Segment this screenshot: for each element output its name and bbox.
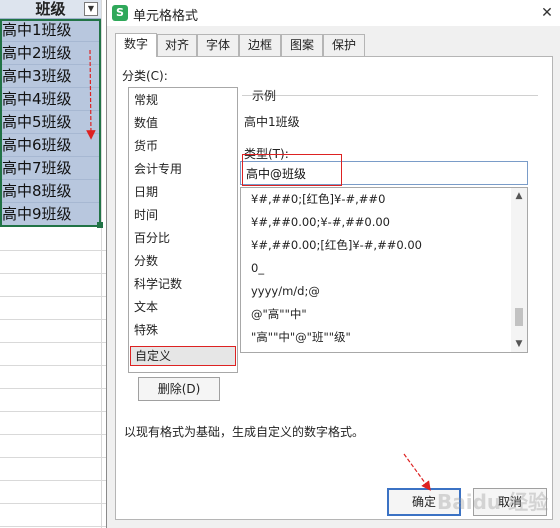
grid-line bbox=[0, 526, 108, 527]
grid-line bbox=[0, 365, 108, 366]
format-cells-dialog: S 单元格格式 ✕ 数字 对齐 字体 边框 图案 保护 分类(C): 常规 数值… bbox=[106, 0, 560, 528]
grid-line bbox=[0, 411, 108, 412]
grid-line bbox=[0, 480, 108, 481]
category-item[interactable]: 科学记数 bbox=[134, 274, 182, 294]
tab-number[interactable]: 数字 bbox=[115, 33, 157, 57]
grid-line bbox=[0, 457, 108, 458]
category-item[interactable]: 数值 bbox=[134, 113, 158, 133]
format-code-item[interactable]: yyyy/m/d;@ bbox=[251, 280, 320, 302]
category-list[interactable]: 常规 数值 货币 会计专用 日期 时间 百分比 分数 科学记数 文本 特殊 自定… bbox=[128, 87, 238, 373]
ok-button[interactable]: 确定 bbox=[387, 488, 461, 516]
category-item[interactable]: 百分比 bbox=[134, 228, 170, 248]
sample-value: 高中1班级 bbox=[244, 115, 300, 129]
delete-button[interactable]: 删除(D) bbox=[138, 377, 220, 401]
scroll-up-icon[interactable]: ▲ bbox=[511, 188, 527, 204]
grid-line bbox=[0, 434, 108, 435]
category-item[interactable]: 时间 bbox=[134, 205, 158, 225]
grid-line bbox=[0, 388, 108, 389]
tab-border[interactable]: 边框 bbox=[239, 34, 281, 56]
description-text: 以现有格式为基础，生成自定义的数字格式。 bbox=[124, 425, 365, 439]
format-code-item[interactable]: ¥#,##0.00;[红色]¥-#,##0.00 bbox=[251, 234, 422, 256]
table-cell[interactable]: 高中9班级 bbox=[0, 203, 101, 226]
filter-dropdown-icon[interactable]: ▼ bbox=[84, 2, 98, 16]
category-item[interactable]: 文本 bbox=[134, 297, 158, 317]
grid-line bbox=[0, 319, 108, 320]
category-item[interactable]: 货币 bbox=[134, 136, 158, 156]
format-code-item[interactable]: 0_ bbox=[251, 257, 264, 279]
category-item[interactable]: 分数 bbox=[134, 251, 158, 271]
dialog-title: 单元格格式 bbox=[133, 9, 199, 24]
format-code-item[interactable]: ¥#,##0.00;¥-#,##0.00 bbox=[251, 211, 390, 233]
cancel-button[interactable]: 取消 bbox=[473, 488, 547, 516]
format-code-item[interactable]: ¥#,##0;[红色]¥-#,##0 bbox=[251, 188, 385, 210]
table-cell[interactable]: 高中3班级 bbox=[0, 65, 101, 88]
category-item[interactable]: 会计专用 bbox=[134, 159, 182, 179]
category-item[interactable]: 日期 bbox=[134, 182, 158, 202]
table-cell[interactable]: 高中1班级 bbox=[0, 19, 101, 42]
grid-line bbox=[0, 503, 108, 504]
table-cell[interactable]: 高中8班级 bbox=[0, 180, 101, 203]
type-input[interactable] bbox=[240, 161, 528, 185]
table-cell[interactable]: 高中2班级 bbox=[0, 42, 101, 65]
sample-label: 示例 bbox=[252, 89, 277, 103]
format-list-scrollbar[interactable]: ▲ ▼ bbox=[511, 188, 527, 352]
type-label: 类型(T): bbox=[244, 147, 289, 161]
category-label: 分类(C): bbox=[122, 69, 168, 83]
table-cell[interactable]: 高中6班级 bbox=[0, 134, 101, 157]
tab-font[interactable]: 字体 bbox=[197, 34, 239, 56]
format-code-list[interactable]: ¥#,##0;[红色]¥-#,##0 ¥#,##0.00;¥-#,##0.00 … bbox=[240, 187, 528, 353]
grid-line bbox=[0, 250, 108, 251]
table-cell[interactable]: 高中7班级 bbox=[0, 157, 101, 180]
format-code-item[interactable]: @"高""中" bbox=[251, 303, 307, 325]
fill-handle[interactable] bbox=[97, 222, 103, 228]
table-cell[interactable]: 高中5班级 bbox=[0, 111, 101, 134]
grid-column-line bbox=[101, 0, 102, 528]
column-header-label: 班级 bbox=[35, 0, 66, 18]
format-code-item[interactable]: "高""中"@"班""级" bbox=[251, 326, 351, 348]
category-item[interactable]: 特殊 bbox=[134, 320, 158, 340]
wps-app-icon: S bbox=[112, 5, 128, 21]
tab-pattern[interactable]: 图案 bbox=[281, 34, 323, 56]
close-icon[interactable]: ✕ bbox=[537, 3, 557, 23]
category-item-custom-selected[interactable]: 自定义 bbox=[130, 346, 236, 366]
tab-alignment[interactable]: 对齐 bbox=[157, 34, 197, 56]
tab-protection[interactable]: 保护 bbox=[323, 34, 365, 56]
scroll-thumb[interactable] bbox=[515, 308, 523, 326]
grid-line bbox=[0, 342, 108, 343]
number-tab-panel: 分类(C): 常规 数值 货币 会计专用 日期 时间 百分比 分数 科学记数 文… bbox=[115, 56, 553, 520]
table-cell[interactable]: 高中4班级 bbox=[0, 88, 101, 111]
grid-line bbox=[0, 273, 108, 274]
category-item[interactable]: 常规 bbox=[134, 90, 158, 110]
dialog-titlebar[interactable]: S 单元格格式 ✕ bbox=[107, 0, 560, 26]
grid-line bbox=[0, 296, 108, 297]
scroll-down-icon[interactable]: ▼ bbox=[511, 336, 527, 352]
